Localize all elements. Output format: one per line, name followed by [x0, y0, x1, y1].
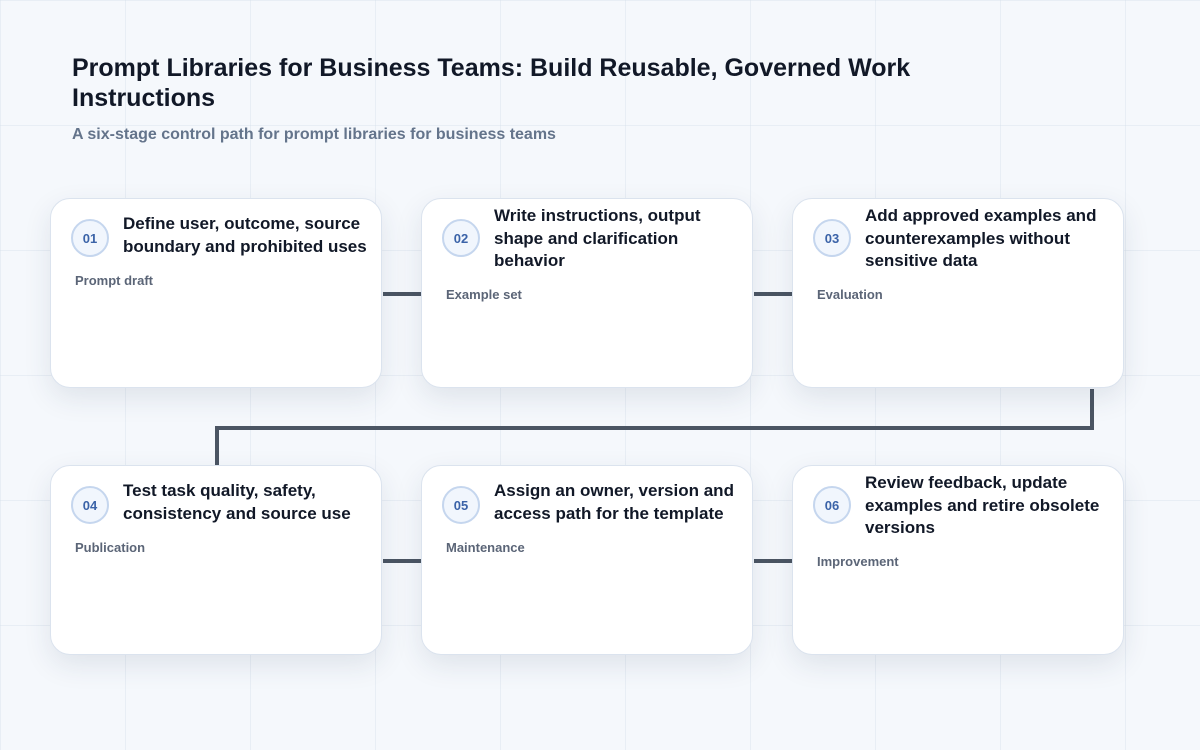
stage-title: Define user, outcome, source boundary an… [123, 214, 367, 256]
stage-card-04: 04 Test task quality, safety, consistenc… [50, 465, 382, 655]
stage-number-badge: 03 [813, 219, 851, 257]
stage-card-05: 05 Assign an owner, version and access p… [421, 465, 753, 655]
stage-title: Test task quality, safety, consistency a… [123, 481, 351, 523]
stage-title: Assign an owner, version and access path… [494, 481, 734, 523]
stage-card-01: 01 Define user, outcome, source boundary… [50, 198, 382, 388]
stage-number-badge: 06 [813, 486, 851, 524]
stage-output-label: Publication [75, 540, 146, 555]
stage-output-label: Prompt draft [75, 273, 153, 288]
stage-title: Review feedback, update examples and ret… [865, 473, 1100, 537]
stage-card-06: 06 Review feedback, update examples and … [792, 465, 1124, 655]
stage-number-badge: 05 [442, 486, 480, 524]
stage-output-label: Example set [446, 287, 522, 302]
stage-output-label: Evaluation [817, 287, 883, 302]
stage-number-badge: 04 [71, 486, 109, 524]
connector-03-04 [215, 389, 1094, 466]
stage-title: Write instructions, output shape and cla… [494, 206, 701, 270]
stage-card-02: 02 Write instructions, output shape and … [421, 198, 753, 388]
stage-number-badge: 02 [442, 219, 480, 257]
stage-output-label: Improvement [817, 554, 899, 569]
stage-card-03: 03 Add approved examples and counterexam… [792, 198, 1124, 388]
stage-title: Add approved examples and counterexample… [865, 206, 1097, 270]
stage-output-label: Maintenance [446, 540, 525, 555]
stage-number-badge: 01 [71, 219, 109, 257]
